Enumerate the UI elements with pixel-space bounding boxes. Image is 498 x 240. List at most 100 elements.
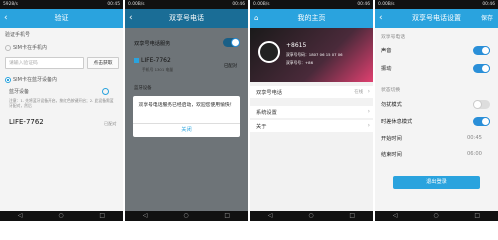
sound-label: 声音 xyxy=(381,48,392,54)
page-title: 双享号电话设置 xyxy=(412,14,461,22)
toggle-knob xyxy=(231,38,240,47)
rest-mode-toggle[interactable] xyxy=(473,117,490,126)
device-name[interactable]: LIFE-7762 xyxy=(9,118,44,126)
start-time-value[interactable]: 00:45 xyxy=(467,135,482,141)
device-name[interactable]: LIFE-7762 xyxy=(134,57,171,64)
back-icon[interactable]: ‹ xyxy=(129,9,133,28)
device-status: 已配对 xyxy=(224,64,238,69)
radio-sim-in-label: SIM卡在手机内 xyxy=(13,45,47,51)
device-sub: 手机号 1301 电量 xyxy=(142,67,174,72)
clock: 00:46 xyxy=(232,2,245,7)
section-mode: 状态切换 xyxy=(381,88,401,93)
profile-line2: 双享号号：+86 xyxy=(286,60,313,65)
chevron-right-icon: › xyxy=(367,88,370,95)
page-title: 验证 xyxy=(54,14,69,22)
chevron-right-icon: › xyxy=(367,108,370,115)
bt-label: 蓝牙设备 xyxy=(134,86,152,91)
radio-sim-in[interactable]: SIM卡在手机内 xyxy=(5,44,47,51)
screen-home: 0.00B/s 00:46 ⌂ 我的主页 +8615 双享号号码：1807 06 1… xyxy=(250,0,373,221)
service-label: 双享号电话服务 xyxy=(134,41,171,47)
save-button[interactable]: 保存 xyxy=(481,9,493,28)
recent-nav-icon[interactable]: □ xyxy=(99,211,105,221)
radio-sim-out-label: SIM卡在蓝牙设备内 xyxy=(13,77,57,83)
menu-item-settings[interactable]: 系统设置 › xyxy=(250,106,373,118)
net-speed: 0.00B/s xyxy=(128,2,145,7)
radio-selected-icon xyxy=(5,76,11,83)
radio-icon xyxy=(5,44,11,51)
chevron-right-icon: › xyxy=(367,122,370,129)
home-nav-icon[interactable]: ○ xyxy=(308,211,313,221)
page-title: 我的主页 xyxy=(297,14,326,22)
screen-call-service: 0.00B/s 00:46 ‹ 双享号电话 双享号电话服务 LIFE-7762 手机… xyxy=(125,0,248,221)
recent-nav-icon[interactable]: □ xyxy=(474,211,480,221)
net-speed: 0.00B/s xyxy=(253,2,270,7)
clock: 00:45 xyxy=(107,2,120,7)
vibrate-toggle[interactable] xyxy=(473,64,490,73)
back-icon[interactable]: ‹ xyxy=(379,9,383,28)
status-bar: 0.00B/s 00:46 xyxy=(125,0,248,9)
status-bar: 5928/s 00:45 xyxy=(0,0,123,9)
profile-line1: 双享号号码：1807 06 15 07 06 xyxy=(286,52,343,57)
status-bar: 0.00B/s 00:46 xyxy=(375,0,498,9)
back-nav-icon[interactable]: ◁ xyxy=(393,211,398,221)
status-bar: 0.00B/s 00:46 xyxy=(250,0,373,9)
title-bar: ‹ 验证 xyxy=(0,9,123,28)
screen-settings: 0.00B/s 00:46 ‹ 双享号电话设置 保存 双享号电话 声音 振动 状态切换… xyxy=(375,0,498,221)
back-icon[interactable]: ‹ xyxy=(4,9,8,28)
home-icon[interactable]: ⌂ xyxy=(254,9,258,28)
toggle-knob xyxy=(481,46,490,55)
logout-button[interactable]: 退出登录 xyxy=(393,176,480,189)
toggle-knob xyxy=(473,100,482,109)
loading-icon xyxy=(102,88,109,95)
home-nav-icon[interactable]: ○ xyxy=(183,211,188,221)
menu-item-about-label: 关于 xyxy=(256,124,267,130)
title-bar: ⌂ 我的主页 xyxy=(250,9,373,28)
menu-item-call-label: 双享号电话 xyxy=(256,90,282,96)
title-bar: ‹ 双享号电话 xyxy=(125,9,248,28)
dnd-label: 勿扰模式 xyxy=(381,102,402,108)
service-toggle[interactable] xyxy=(223,38,240,47)
end-time-label: 结束时间 xyxy=(381,152,402,158)
phone-label: 验证手机号 xyxy=(5,32,31,38)
device-status: 已配对 xyxy=(104,121,117,126)
toggle-knob xyxy=(481,117,490,126)
back-nav-icon[interactable]: ◁ xyxy=(18,211,23,221)
section-call: 双享号电话 xyxy=(381,35,405,40)
home-nav-icon[interactable]: ○ xyxy=(433,211,438,221)
menu-item-call[interactable]: 双享号电话 在线 › xyxy=(250,86,373,98)
dialog: 双享号电话服务已经启动，欢迎您使用愉快！ 关闭 xyxy=(133,96,240,137)
back-nav-icon[interactable]: ◁ xyxy=(268,211,273,221)
end-time-value[interactable]: 06:00 xyxy=(467,151,482,157)
recent-nav-icon[interactable]: □ xyxy=(224,211,230,221)
close-button[interactable]: 关闭 xyxy=(133,123,240,136)
vibrate-label: 振动 xyxy=(381,66,392,72)
back-nav-icon[interactable]: ◁ xyxy=(143,211,148,221)
get-code-button[interactable]: 点击获取 xyxy=(87,57,119,69)
profile-number: +8615 xyxy=(286,42,307,49)
home-nav-icon[interactable]: ○ xyxy=(58,211,63,221)
code-input[interactable]: 请输入验证码 xyxy=(5,57,84,69)
profile-banner: +8615 双享号号码：1807 06 15 07 06 双享号号：+86 xyxy=(250,28,373,82)
menu-item-about[interactable]: 关于 › xyxy=(250,120,373,132)
net-speed: 5928/s xyxy=(3,2,18,7)
bt-label: 蓝牙设备 xyxy=(9,89,30,95)
net-speed: 0.00B/s xyxy=(378,2,395,7)
clock: 00:46 xyxy=(357,2,370,7)
hint-text: 注意：1. 先将蓝牙设备开启，按红色按键开启；2. 此设备需蓝牙配对，然后 xyxy=(9,98,114,108)
nav-bar: ◁ ○ □ xyxy=(375,211,498,221)
avatar[interactable] xyxy=(258,41,280,63)
menu-item-call-value: 在线 xyxy=(354,90,363,95)
check-icon xyxy=(134,58,139,63)
recent-nav-icon[interactable]: □ xyxy=(349,211,355,221)
toggle-knob xyxy=(481,64,490,73)
radio-sim-out[interactable]: SIM卡在蓝牙设备内 xyxy=(5,76,57,83)
page-title: 双享号电话 xyxy=(169,14,204,22)
nav-bar: ◁ ○ □ xyxy=(0,211,123,221)
dialog-text: 双享号电话服务已经启动，欢迎您使用愉快！ xyxy=(138,103,235,108)
dnd-toggle[interactable] xyxy=(473,100,490,109)
nav-bar: ◁ ○ □ xyxy=(250,211,373,221)
title-bar: ‹ 双享号电话设置 保存 xyxy=(375,9,498,28)
sound-toggle[interactable] xyxy=(473,46,490,55)
device-name-text: LIFE-7762 xyxy=(141,57,171,64)
rest-mode-label: 时差休息模式 xyxy=(381,119,413,125)
